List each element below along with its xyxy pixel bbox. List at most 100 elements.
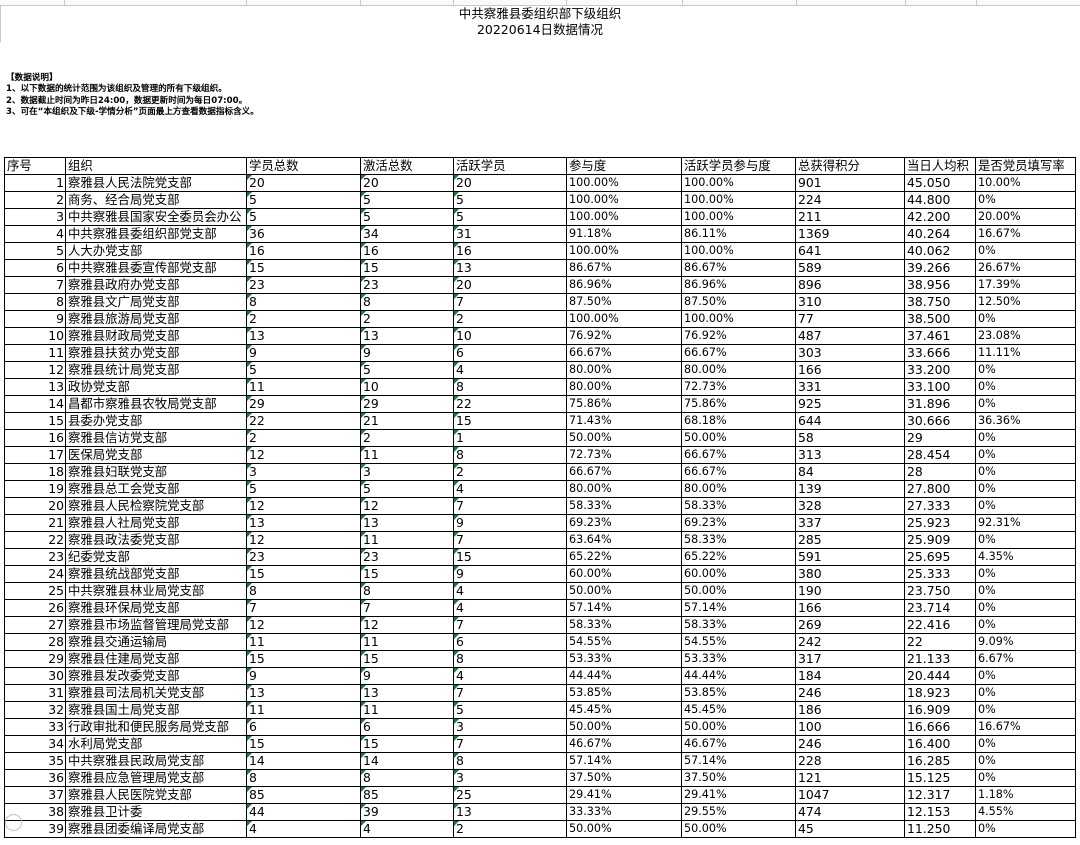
table-cell[interactable]: 5 [246,361,361,379]
table-cell[interactable]: 4 [360,820,454,838]
table-cell[interactable]: 30.666 [904,412,976,430]
table-cell[interactable]: 65.22% [566,548,682,566]
table-cell[interactable]: 4 [453,361,567,379]
table-cell[interactable]: 50.00% [681,820,796,838]
table-cell[interactable]: 37.50% [681,769,796,787]
table-cell[interactable]: 0% [975,429,1076,447]
column-header[interactable]: 序号 [4,157,66,175]
table-cell[interactable]: 27.800 [904,480,976,498]
table-cell[interactable]: 16.666 [904,718,976,736]
table-cell[interactable]: 5 [360,191,454,209]
table-cell[interactable]: 190 [795,582,905,600]
table-cell[interactable]: 380 [795,565,905,583]
table-cell[interactable]: 285 [795,531,905,549]
table-cell[interactable]: 17 [4,446,66,464]
table-cell[interactable]: 91.18% [566,225,682,243]
table-cell[interactable]: 21 [4,514,66,532]
table-cell[interactable]: 36 [4,769,66,787]
table-cell[interactable]: 34 [360,225,454,243]
table-cell[interactable]: 察雅县扶贫办党支部 [65,344,247,362]
table-cell[interactable]: 100.00% [681,174,796,192]
table-cell[interactable]: 15 [453,412,567,430]
table-cell[interactable]: 69.23% [681,514,796,532]
table-cell[interactable]: 27.333 [904,497,976,515]
table-cell[interactable]: 65.22% [681,548,796,566]
table-cell[interactable]: 7 [453,497,567,515]
table-cell[interactable]: 37.50% [566,769,682,787]
table-cell[interactable]: 6.67% [975,650,1076,668]
table-cell[interactable]: 21.133 [904,650,976,668]
table-cell[interactable]: 100.00% [566,174,682,192]
table-cell[interactable]: 0% [975,599,1076,617]
table-cell[interactable]: 75.86% [566,395,682,413]
table-cell[interactable]: 0% [975,463,1076,481]
table-cell[interactable]: 26.67% [975,259,1076,277]
table-cell[interactable]: 84 [795,463,905,481]
table-cell[interactable]: 察雅县人民检察院党支部 [65,497,247,515]
table-cell[interactable]: 23 [360,276,454,294]
table-cell[interactable]: 水利局党支部 [65,735,247,753]
table-cell[interactable]: 20 [453,276,567,294]
table-cell[interactable]: 31.896 [904,395,976,413]
column-header[interactable]: 总获得积分 [795,157,905,175]
table-cell[interactable]: 66.67% [681,344,796,362]
table-cell[interactable]: 12 [246,446,361,464]
table-cell[interactable]: 4.35% [975,548,1076,566]
table-cell[interactable]: 53.85% [566,684,682,702]
table-cell[interactable]: 23 [246,276,361,294]
table-cell[interactable]: 25 [4,582,66,600]
table-cell[interactable]: 7 [453,735,567,753]
table-cell[interactable]: 9 [360,344,454,362]
table-cell[interactable]: 21 [360,412,454,430]
table-cell[interactable]: 331 [795,378,905,396]
table-cell[interactable]: 25.923 [904,514,976,532]
table-cell[interactable]: 313 [795,446,905,464]
table-cell[interactable]: 72.73% [681,378,796,396]
table-cell[interactable]: 12.153 [904,803,976,821]
table-cell[interactable]: 15 [360,565,454,583]
table-cell[interactable]: 100 [795,718,905,736]
table-cell[interactable]: 5 [4,242,66,260]
table-cell[interactable]: 34 [4,735,66,753]
table-cell[interactable]: 16.67% [975,225,1076,243]
table-cell[interactable]: 5 [453,208,567,226]
table-cell[interactable]: 8 [360,293,454,311]
table-cell[interactable]: 9 [360,667,454,685]
table-cell[interactable]: 察雅县卫计委 [65,803,247,821]
table-cell[interactable]: 80.00% [566,361,682,379]
table-cell[interactable]: 12 [246,531,361,549]
table-cell[interactable]: 11.11% [975,344,1076,362]
table-cell[interactable]: 0% [975,701,1076,719]
table-cell[interactable]: 7 [453,616,567,634]
table-cell[interactable]: 35 [4,752,66,770]
table-cell[interactable]: 18.923 [904,684,976,702]
table-cell[interactable]: 50.00% [681,582,796,600]
table-cell[interactable]: 20 [453,174,567,192]
table-cell[interactable]: 184 [795,667,905,685]
table-cell[interactable]: 50.00% [681,429,796,447]
table-cell[interactable]: 察雅县妇联党支部 [65,463,247,481]
table-cell[interactable]: 29.41% [566,786,682,804]
table-cell[interactable]: 2 [246,310,361,328]
table-cell[interactable]: 33 [4,718,66,736]
table-cell[interactable]: 0% [975,378,1076,396]
table-cell[interactable]: 16 [453,242,567,260]
table-cell[interactable]: 纪委党支部 [65,548,247,566]
table-cell[interactable]: 25.333 [904,565,976,583]
table-cell[interactable]: 0% [975,497,1076,515]
table-cell[interactable]: 72.73% [566,446,682,464]
table-cell[interactable]: 察雅县人社局党支部 [65,514,247,532]
table-cell[interactable]: 58.33% [681,616,796,634]
table-cell[interactable]: 5 [360,208,454,226]
table-cell[interactable]: 1.18% [975,786,1076,804]
table-cell[interactable]: 50.00% [681,718,796,736]
table-cell[interactable]: 37 [4,786,66,804]
table-cell[interactable]: 11 [246,633,361,651]
table-cell[interactable]: 0% [975,531,1076,549]
table-cell[interactable]: 63.64% [566,531,682,549]
table-cell[interactable]: 26 [4,599,66,617]
table-cell[interactable]: 0% [975,395,1076,413]
table-cell[interactable]: 27 [4,616,66,634]
table-cell[interactable]: 86.96% [681,276,796,294]
table-cell[interactable]: 12.317 [904,786,976,804]
